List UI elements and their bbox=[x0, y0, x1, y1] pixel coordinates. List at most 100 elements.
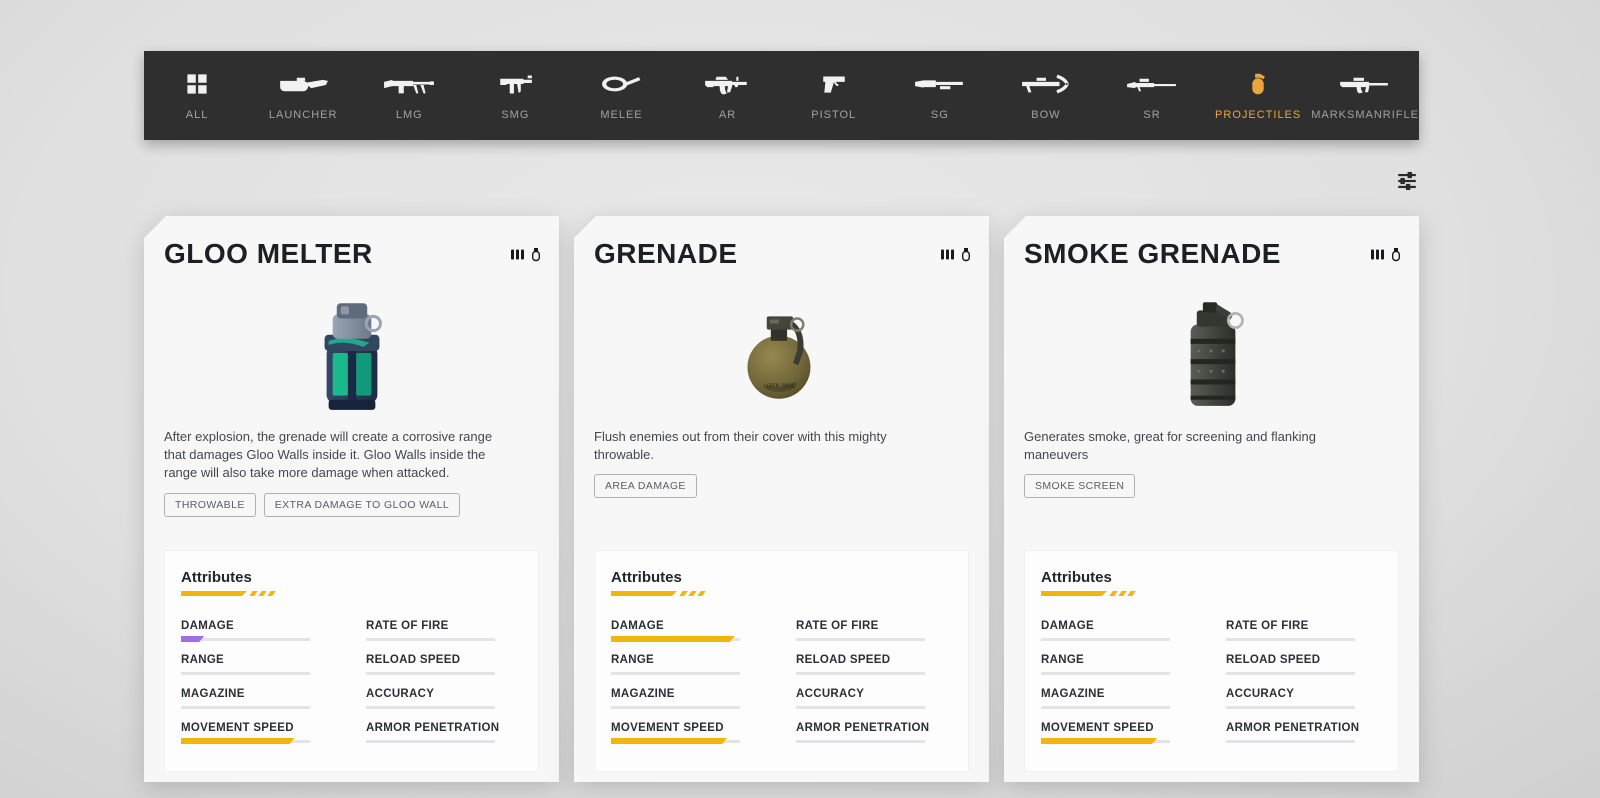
weapon-tag: EXTRA DAMAGE TO GLOO WALL bbox=[264, 493, 460, 517]
tag-row: SMOKE SCREEN bbox=[1024, 474, 1391, 498]
card-header: GRENADE bbox=[594, 238, 971, 270]
attribute-bar-track bbox=[1226, 672, 1355, 675]
projectiles-grenade-icon bbox=[1250, 66, 1266, 102]
attribute-row-rate-of-fire: RATE OF FIRE bbox=[366, 620, 495, 654]
nav-item-lmg[interactable]: LMG bbox=[356, 51, 462, 140]
weapon-tag: AREA DAMAGE bbox=[594, 474, 697, 498]
nav-label: BOW bbox=[1031, 109, 1060, 121]
weapon-title: SMOKE GRENADE bbox=[1024, 238, 1281, 270]
attribute-bar-track bbox=[611, 672, 740, 675]
sniper-rifle-icon bbox=[1125, 66, 1179, 102]
attribute-bar-track bbox=[181, 706, 310, 709]
attribute-bar-track bbox=[796, 706, 925, 709]
attributes-grid: DAMAGE RANGE MAGAZINE MOVEMENT SPEED bbox=[1041, 620, 1382, 756]
attribute-row-accuracy: ACCURACY bbox=[796, 688, 925, 722]
attribute-bar-fill bbox=[611, 738, 727, 744]
attribute-row-movement-speed: MOVEMENT SPEED bbox=[1041, 722, 1170, 756]
attribute-bar-track bbox=[796, 672, 925, 675]
nav-label: PISTOL bbox=[811, 109, 856, 121]
nav-item-projectiles[interactable]: PROJECTILES bbox=[1205, 51, 1311, 140]
attribute-row-armor-penetration: ARMOR PENETRATION bbox=[796, 722, 925, 756]
weapon-stats-indicator[interactable] bbox=[1370, 247, 1401, 262]
gloo-melter-grenade-image bbox=[144, 288, 559, 418]
attribute-bar-track bbox=[796, 740, 925, 743]
attribute-row-accuracy: ACCURACY bbox=[1226, 688, 1355, 722]
attribute-bar-track bbox=[366, 740, 495, 743]
weapons-catalog-page: ALL LAUNCHER LMG SMG MELEE bbox=[0, 0, 1600, 798]
nav-label: AR bbox=[719, 109, 736, 121]
weapon-card-gloo-melter: GLOO MELTER bbox=[144, 216, 559, 782]
attribute-row-magazine: MAGAZINE bbox=[1041, 688, 1170, 722]
smg-icon bbox=[496, 66, 534, 102]
nav-label: MELEE bbox=[600, 109, 642, 121]
attribute-bar-fill bbox=[611, 636, 735, 642]
nav-item-pistol[interactable]: PISTOL bbox=[781, 51, 887, 140]
attributes-grid: DAMAGE RANGE MAGAZINE MOVEMENT SPEED bbox=[181, 620, 522, 756]
nav-label: LAUNCHER bbox=[269, 109, 338, 121]
nav-item-marksmanrifle[interactable]: MARKSMANRIFLE bbox=[1311, 51, 1419, 140]
lmg-icon bbox=[382, 66, 436, 102]
weapon-stats-indicator[interactable] bbox=[940, 247, 971, 262]
attribute-bar-fill bbox=[1041, 738, 1157, 744]
svg-text:GREN-RNDE: GREN-RNDE bbox=[766, 384, 794, 390]
nav-label: PROJECTILES bbox=[1215, 109, 1301, 121]
melee-pan-icon bbox=[600, 66, 642, 102]
nav-item-sg[interactable]: SG bbox=[887, 51, 993, 140]
attribute-row-movement-speed: MOVEMENT SPEED bbox=[611, 722, 740, 756]
attribute-bar-track bbox=[366, 672, 495, 675]
attributes-heading: Attributes bbox=[611, 569, 952, 586]
grenade-slot-icon bbox=[1391, 247, 1401, 262]
attribute-bar-track bbox=[1041, 740, 1170, 743]
card-header: GLOO MELTER bbox=[164, 238, 541, 270]
weapon-stats-indicator[interactable] bbox=[510, 247, 541, 262]
card-body: Generates smoke, great for screening and… bbox=[1024, 428, 1391, 498]
marksman-rifle-icon bbox=[1338, 66, 1392, 102]
attributes-heading-underline bbox=[181, 591, 522, 596]
weapon-tag: THROWABLE bbox=[164, 493, 256, 517]
nav-item-sr[interactable]: SR bbox=[1099, 51, 1205, 140]
nav-item-ar[interactable]: AR bbox=[675, 51, 781, 140]
attribute-row-reload-speed: RELOAD SPEED bbox=[366, 654, 495, 688]
nav-item-bow[interactable]: BOW bbox=[993, 51, 1099, 140]
stats-bars-icon bbox=[510, 247, 526, 262]
nav-item-smg[interactable]: SMG bbox=[462, 51, 568, 140]
crossbow-icon bbox=[1020, 66, 1072, 102]
weapon-description: Flush enemies out from their cover with … bbox=[594, 428, 939, 464]
attribute-row-movement-speed: MOVEMENT SPEED bbox=[181, 722, 310, 756]
weapon-title: GLOO MELTER bbox=[164, 238, 373, 270]
attribute-row-damage: DAMAGE bbox=[1041, 620, 1170, 654]
attributes-panel: Attributes DAMAGE RANGE MAGAZINE bbox=[164, 550, 539, 772]
weapon-cards-row: GLOO MELTER bbox=[144, 216, 1419, 782]
card-body: After explosion, the grenade will create… bbox=[164, 428, 531, 517]
weapon-description: Generates smoke, great for screening and… bbox=[1024, 428, 1369, 464]
shotgun-icon bbox=[913, 66, 967, 102]
attribute-bar-track bbox=[611, 638, 740, 641]
attributes-panel: Attributes DAMAGE RANGE MAGAZINE bbox=[594, 550, 969, 772]
attributes-heading: Attributes bbox=[181, 569, 522, 586]
nav-label: LMG bbox=[396, 109, 423, 121]
nav-item-all[interactable]: ALL bbox=[144, 51, 250, 140]
nav-item-launcher[interactable]: LAUNCHER bbox=[250, 51, 356, 140]
attribute-bar-fill bbox=[181, 738, 295, 744]
nav-label: MARKSMANRIFLE bbox=[1311, 109, 1419, 121]
weapon-title: GRENADE bbox=[594, 238, 738, 270]
attribute-row-range: RANGE bbox=[611, 654, 740, 688]
weapon-description: After explosion, the grenade will create… bbox=[164, 428, 509, 483]
grenade-slot-icon bbox=[531, 247, 541, 262]
attribute-row-damage: DAMAGE bbox=[181, 620, 310, 654]
tag-row: THROWABLE EXTRA DAMAGE TO GLOO WALL bbox=[164, 493, 531, 517]
attribute-row-armor-penetration: ARMOR PENETRATION bbox=[1226, 722, 1355, 756]
sliders-filter-icon[interactable] bbox=[1396, 170, 1420, 194]
attribute-bar-track bbox=[181, 672, 310, 675]
frag-grenade-image: GREN-RNDE bbox=[574, 288, 989, 418]
pistol-icon bbox=[820, 66, 848, 102]
attribute-bar-track bbox=[1226, 638, 1355, 641]
attribute-bar-track bbox=[181, 740, 310, 743]
attribute-bar-track bbox=[366, 638, 495, 641]
nav-item-melee[interactable]: MELEE bbox=[568, 51, 674, 140]
tag-row: AREA DAMAGE bbox=[594, 474, 961, 498]
attribute-bar-track bbox=[1041, 638, 1170, 641]
attribute-row-reload-speed: RELOAD SPEED bbox=[1226, 654, 1355, 688]
attribute-row-reload-speed: RELOAD SPEED bbox=[796, 654, 925, 688]
card-header: SMOKE GRENADE bbox=[1024, 238, 1401, 270]
